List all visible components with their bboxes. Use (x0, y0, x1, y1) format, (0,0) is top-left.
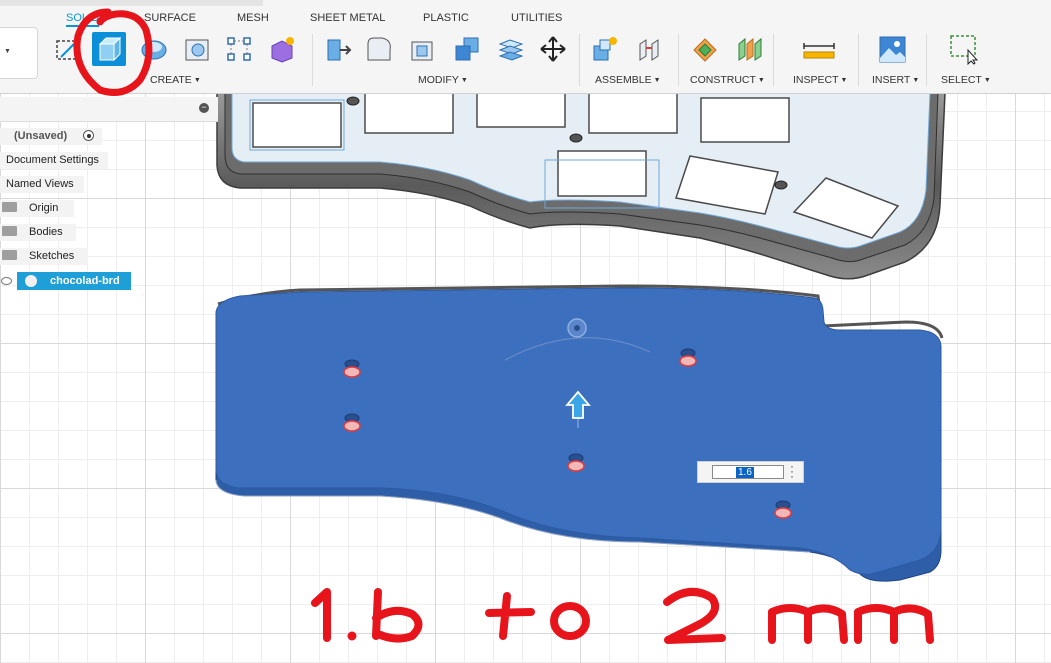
browser-item-origin[interactable]: Origin (0, 200, 74, 217)
insert-image-icon (879, 36, 906, 63)
joint-button[interactable] (632, 32, 666, 66)
collapse-panel-icon[interactable]: − (199, 103, 209, 113)
offset-plane-icon (693, 38, 717, 62)
insert-image-button[interactable] (875, 32, 909, 66)
group-divider (678, 34, 679, 86)
group-divider (858, 34, 859, 86)
shell-icon (411, 41, 433, 61)
select-icon (950, 35, 979, 65)
new-component-button[interactable] (588, 32, 622, 66)
handwritten-annotation (311, 588, 934, 644)
browser-item-label: Sketches (29, 250, 75, 262)
folder-icon (2, 250, 17, 260)
browser-item-label: Origin (29, 202, 59, 214)
combine-icon (455, 37, 479, 61)
folder-icon (2, 226, 17, 236)
fillet-icon (367, 37, 391, 61)
group-divider (579, 34, 580, 86)
move-icon (540, 36, 566, 62)
extrude-distance-selected-text: 1.6 (736, 467, 754, 478)
midplane-icon (738, 37, 762, 61)
measure-icon (803, 43, 835, 59)
tab-utilities[interactable]: UTILITIES (511, 12, 562, 24)
group-divider (926, 34, 927, 86)
more-options-icon[interactable]: · · · (790, 460, 794, 482)
combine-button[interactable] (450, 32, 484, 66)
fillet-button[interactable] (362, 32, 396, 66)
tab-mesh[interactable]: MESH (237, 12, 269, 24)
document-name: (Unsaved) (14, 130, 68, 142)
move-button[interactable] (536, 32, 570, 66)
group-select[interactable]: SELECT ▼ (941, 74, 991, 86)
browser-panel-header (0, 97, 218, 122)
group-create[interactable]: CREATE ▼ (150, 74, 201, 86)
group-assemble[interactable]: ASSEMBLE ▼ (595, 74, 661, 86)
keyboard-case-body[interactable] (216, 93, 946, 280)
component-icon (25, 275, 37, 287)
pcb-plate-body[interactable] (215, 284, 944, 582)
form-button[interactable] (264, 32, 298, 66)
browser-item-sketches[interactable]: Sketches (0, 248, 88, 265)
group-divider (312, 34, 313, 86)
group-construct[interactable]: CONSTRUCT ▼ (690, 74, 765, 86)
hole-icon (185, 39, 209, 61)
browser-item-document-settings[interactable]: Document Settings (0, 152, 108, 169)
browser-item-bodies[interactable]: Bodies (0, 224, 76, 241)
activate-radio-icon[interactable] (83, 130, 94, 141)
scale-button[interactable] (494, 32, 528, 66)
browser-item-named-views[interactable]: Named Views (0, 176, 84, 193)
workspace-switcher[interactable]: ▼ (0, 27, 38, 79)
midplane-button[interactable] (732, 32, 766, 66)
browser-item-label: Named Views (6, 178, 74, 190)
press-pull-button[interactable] (320, 32, 354, 66)
tab-sheet-metal[interactable]: SHEET METAL (310, 12, 385, 24)
measure-button[interactable] (802, 32, 836, 66)
offset-plane-button[interactable] (688, 32, 722, 66)
hole-button[interactable] (180, 32, 214, 66)
joint-icon (639, 39, 659, 61)
canvas-viewport[interactable] (0, 93, 1051, 663)
pattern-icon (227, 37, 251, 61)
browser-item-label: Document Settings (6, 154, 99, 166)
ribbon-toolbar: SOLID SURFACE MESH SHEET METAL PLASTIC U… (0, 0, 1051, 96)
extrude-distance-box: 1.6 ··· (697, 460, 804, 483)
caret-down-icon: ▼ (4, 48, 11, 55)
component-label: chocolad-brd (50, 275, 120, 287)
group-insert[interactable]: INSERT ▼ (872, 74, 919, 86)
shell-button[interactable] (406, 32, 440, 66)
pattern-button[interactable] (222, 32, 256, 66)
model-view (215, 93, 946, 644)
highlight-circle (73, 8, 153, 96)
group-inspect[interactable]: INSPECT ▼ (793, 74, 847, 86)
browser-item-component[interactable]: chocolad-brd (17, 272, 131, 290)
group-divider (773, 34, 774, 86)
folder-icon (2, 202, 17, 212)
visibility-eye-icon[interactable] (1, 277, 12, 285)
form-icon (271, 37, 294, 63)
browser-item-label: Bodies (29, 226, 63, 238)
new-component-icon (593, 37, 617, 61)
tab-plastic[interactable]: PLASTIC (423, 12, 469, 24)
select-button[interactable] (947, 32, 981, 66)
scale-icon (498, 39, 524, 61)
group-modify[interactable]: MODIFY ▼ (418, 74, 468, 86)
press-pull-icon (327, 39, 352, 61)
